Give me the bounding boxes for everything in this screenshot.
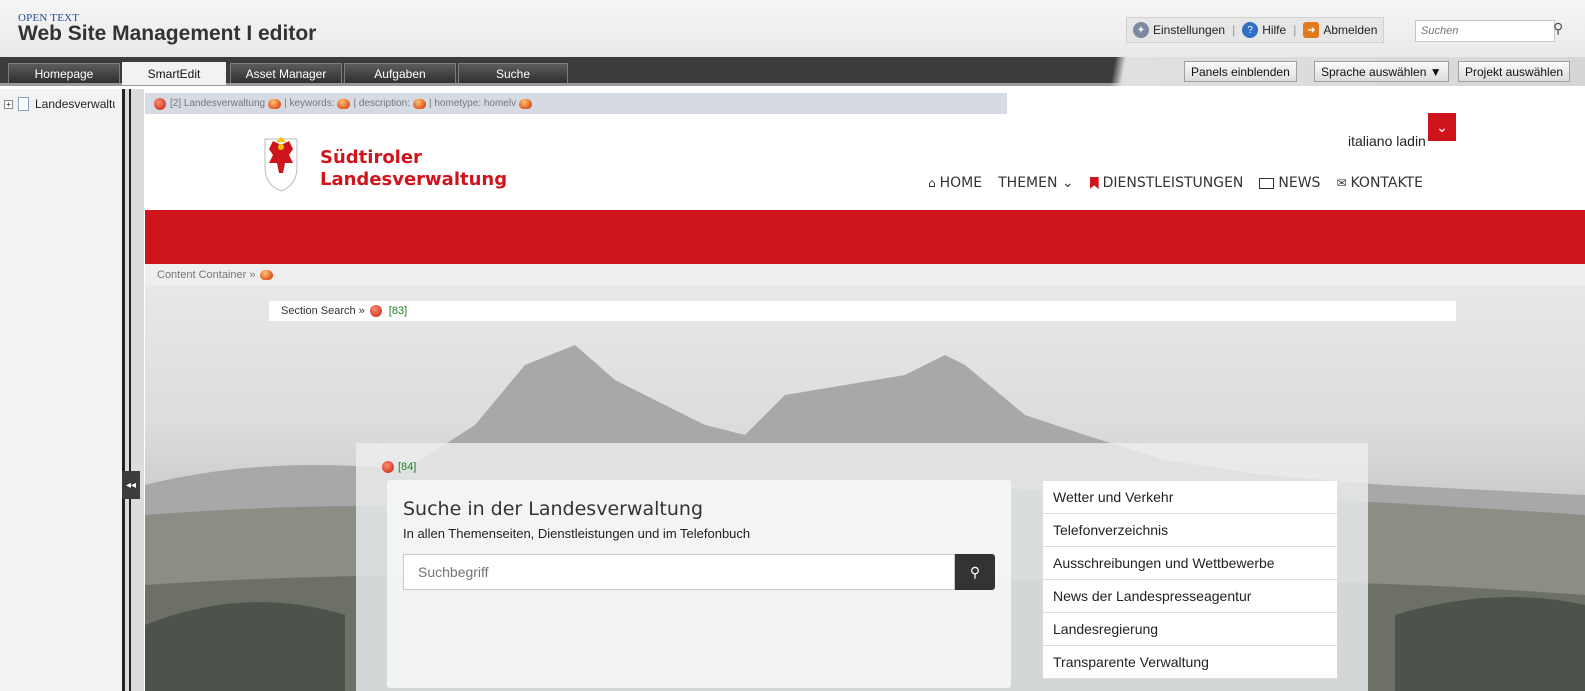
element-id-label: [84] (398, 461, 417, 473)
project-select-button[interactable]: Projekt auswählen (1458, 61, 1571, 82)
help-icon: ? (1242, 22, 1259, 38)
quick-link[interactable]: Wetter und Verkehr (1043, 481, 1337, 514)
smartedit-preview: [2] Landesverwaltung | keywords: | descr… (145, 89, 1585, 691)
edit-element-icon[interactable] (412, 98, 426, 109)
page-tree: + Landesverwaltung (0, 89, 122, 691)
logout-icon: ➜ (1303, 22, 1320, 38)
settings-label: Einstellungen (1153, 23, 1226, 37)
section-id: [83] (388, 305, 408, 317)
home-icon: ⌂ (928, 176, 936, 190)
open-element-icon[interactable] (369, 305, 382, 317)
separator: | (1293, 23, 1297, 37)
nav-dienstleistungen[interactable]: DIENSTLEISTUNGEN (1089, 175, 1244, 191)
page-icon (18, 97, 29, 111)
search-element-id: [84] (382, 461, 416, 473)
site-logo-text: Landesverwaltung (320, 169, 508, 190)
nav-label: THEMEN ⌄ (998, 175, 1074, 191)
search-icon[interactable]: ⚲ (1553, 20, 1563, 37)
newspaper-icon (1259, 177, 1275, 189)
tab-suche[interactable]: Suche (458, 63, 568, 83)
eagle-coat-of-arms-icon (264, 137, 298, 192)
tab-aufgaben[interactable]: Aufgaben (344, 63, 456, 83)
settings-link[interactable]: ✦ Einstellungen (1133, 22, 1225, 38)
meta-hometype-label: | hometype: homelv (428, 98, 517, 109)
splitter-border (122, 89, 125, 691)
collapse-panel-button[interactable]: ◂◂ (122, 471, 140, 499)
content-container-label: Content Container » (157, 268, 256, 281)
open-page-icon[interactable] (154, 97, 166, 110)
help-label: Hilfe (1262, 23, 1287, 37)
search-input[interactable] (403, 554, 955, 590)
language-dropdown-button[interactable]: ⌄ (1428, 113, 1456, 141)
nav-themen[interactable]: THEMEN ⌄ (998, 175, 1074, 191)
nav-label: KONTAKTE (1350, 175, 1423, 191)
tab-smartedit[interactable]: SmartEdit (122, 62, 226, 85)
help-link[interactable]: ? Hilfe (1242, 22, 1286, 38)
panel-splitter[interactable] (122, 89, 144, 691)
app-header: OPEN TEXT Web Site Management I editor ✦… (0, 0, 1585, 57)
tree-item-label: Landesverwaltung (35, 97, 115, 111)
meta-keywords-label: | keywords: (284, 98, 335, 109)
separator: | (1232, 23, 1236, 37)
chevron-down-icon: ⌄ (1436, 118, 1448, 135)
search-panel: Suche in der Landesverwaltung In allen T… (387, 480, 1011, 688)
search-subtitle: In allen Themenseiten, Dienstleistungen … (403, 526, 751, 541)
tools-icon: ✦ (1133, 22, 1149, 38)
quick-link[interactable]: News der Landespresseagentur (1043, 580, 1337, 613)
nav-news[interactable]: NEWS (1259, 175, 1320, 191)
search-icon: ⚲ (969, 563, 981, 580)
bookmark-icon (1089, 177, 1099, 189)
language-select-button[interactable]: Sprache auswählen ▼ (1314, 61, 1449, 82)
logout-label: Abmelden (1323, 23, 1378, 37)
search-button[interactable]: ⚲ (955, 554, 995, 590)
quick-link[interactable]: Landesregierung (1043, 613, 1337, 646)
splitter-border (129, 89, 131, 691)
expand-icon[interactable]: + (4, 99, 13, 109)
hero-red-band (145, 210, 1585, 264)
nav-label: HOME (939, 175, 983, 191)
content-container-bar: Content Container » (145, 264, 1585, 285)
search-title: Suche in der Landesverwaltung (403, 498, 704, 520)
meta-description-label: | description: (353, 98, 410, 109)
nav-label: NEWS (1278, 175, 1321, 191)
language-links[interactable]: italiano ladin (1348, 133, 1426, 149)
edit-element-icon[interactable] (268, 98, 282, 109)
main-tabbar: Homepage SmartEdit Asset Manager Aufgabe… (0, 57, 1585, 86)
panels-button[interactable]: Panels einblenden (1184, 61, 1297, 82)
edit-element-icon[interactable] (337, 98, 351, 109)
main-navigation: ⌂ HOME THEMEN ⌄ DIENSTLEISTUNGEN NEWS ✉ … (928, 175, 1439, 191)
open-element-icon[interactable] (382, 461, 394, 473)
hero-image: Section Search » [83] [84] Suche in der … (145, 285, 1585, 691)
page-meta-bar: [2] Landesverwaltung | keywords: | descr… (145, 93, 1007, 114)
nav-home[interactable]: ⌂ HOME (928, 175, 982, 191)
edit-element-icon[interactable] (260, 269, 274, 280)
quick-link[interactable]: Telefonverzeichnis (1043, 514, 1337, 547)
quick-link[interactable]: Ausschreibungen und Wettbewerbe (1043, 547, 1337, 580)
double-chevron-left-icon: ◂◂ (125, 479, 137, 491)
app-title: Web Site Management I editor (18, 22, 317, 45)
global-search-input[interactable] (1415, 20, 1555, 42)
quick-links-list: Wetter und Verkehr Telefonverzeichnis Au… (1043, 481, 1337, 679)
utility-links: ✦ Einstellungen | ? Hilfe | ➜ Abmelden (1126, 17, 1385, 43)
tab-asset-manager[interactable]: Asset Manager (230, 63, 342, 83)
section-search-label: Section Search » (281, 305, 365, 317)
site-logo-text: Südtiroler (320, 147, 422, 168)
nav-kontakte[interactable]: ✉ KONTAKTE (1336, 175, 1423, 191)
tree-item[interactable]: + Landesverwaltung (4, 97, 115, 111)
search-card: [84] Suche in der Landesverwaltung In al… (356, 443, 1368, 691)
edit-element-icon[interactable] (519, 98, 533, 109)
nav-label: DIENSTLEISTUNGEN (1102, 175, 1244, 191)
meta-page-label: [2] Landesverwaltung (170, 98, 266, 109)
envelope-icon: ✉ (1336, 176, 1347, 190)
tab-homepage[interactable]: Homepage (8, 63, 120, 83)
section-search-bar: Section Search » [83] (269, 301, 1456, 321)
logout-link[interactable]: ➜ Abmelden (1303, 22, 1377, 38)
quick-link[interactable]: Transparente Verwaltung (1043, 646, 1337, 679)
